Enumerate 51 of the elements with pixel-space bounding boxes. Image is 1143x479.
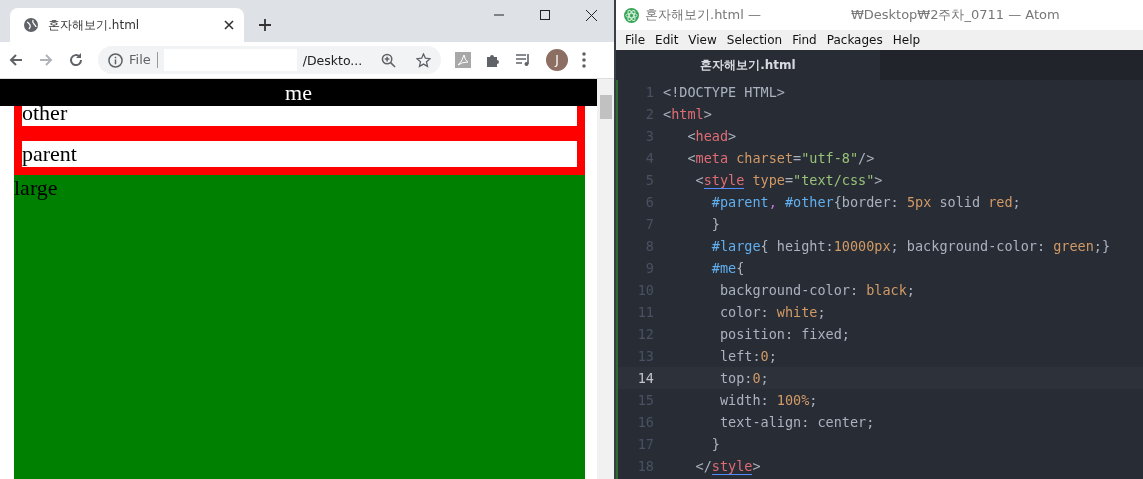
- atom-logo-icon: [624, 7, 639, 23]
- menu-item[interactable]: View: [683, 33, 722, 47]
- menu-icon[interactable]: [582, 52, 586, 68]
- address-bar[interactable]: File /Deskto...: [98, 46, 441, 74]
- code-line: <html>: [663, 106, 712, 122]
- menu-item[interactable]: Edit: [650, 33, 684, 47]
- new-tab-icon[interactable]: [258, 18, 272, 32]
- code-line: background-color: black;: [718, 282, 915, 298]
- code-line: position: fixed;: [718, 326, 850, 342]
- zoom-icon[interactable]: [381, 52, 396, 68]
- line-number: 14: [636, 370, 655, 386]
- address-path: /Deskto...: [302, 52, 364, 68]
- menu-item[interactable]: Help: [887, 33, 926, 47]
- window-path: ₩Desktop₩2주차_0711 — Atom: [850, 6, 1060, 24]
- large-block: large: [14, 175, 585, 479]
- code-line: #me{: [710, 260, 745, 276]
- puzzle-icon[interactable]: [485, 52, 501, 68]
- code-line: <style type="text/css">: [694, 172, 883, 188]
- scheme-label: File: [129, 52, 158, 68]
- back-icon[interactable]: [8, 52, 24, 68]
- star-icon[interactable]: [416, 52, 431, 68]
- menu-item[interactable]: Find: [787, 33, 822, 47]
- playlist-icon[interactable]: [515, 52, 532, 68]
- code-line: </style>: [694, 458, 761, 474]
- browser-tab[interactable]: 혼자해보기.html: [10, 8, 244, 42]
- code-line: }: [710, 436, 720, 452]
- profile-avatar[interactable]: J: [546, 49, 568, 71]
- menu-item[interactable]: Selection: [721, 33, 788, 47]
- code-line: }: [710, 216, 720, 232]
- menu-item[interactable]: Packages: [821, 33, 888, 47]
- code-line: color: white;: [718, 304, 826, 320]
- tab-title: 혼자해보기.html: [48, 16, 141, 34]
- code-line: text-align: center;: [718, 414, 875, 430]
- fixed-header-bar: me: [0, 79, 597, 106]
- code-line: width: 100%;: [718, 392, 818, 408]
- window-title: 혼자해보기.html —: [645, 6, 761, 24]
- box-text: parent: [22, 141, 577, 167]
- editor-tab[interactable]: 혼자해보기.html: [616, 50, 880, 80]
- code-line: <meta charset="utf-8"/>: [686, 150, 875, 166]
- scrollbar[interactable]: [597, 79, 614, 479]
- code-line: #parent, #other{border: 5px solid red;: [710, 194, 1021, 210]
- code-line: left:0;: [718, 348, 777, 364]
- code-line: <!DOCTYPE HTML>: [663, 84, 785, 100]
- code-line: top:0;: [718, 370, 769, 386]
- code-line: <head>: [686, 128, 737, 144]
- code-line: #large{ height:10000px; background-color: green;}: [710, 238, 1111, 254]
- menu-item[interactable]: File: [620, 33, 651, 47]
- close-tab-icon[interactable]: [224, 20, 234, 30]
- reload-icon[interactable]: [68, 52, 84, 68]
- info-icon[interactable]: [108, 52, 123, 68]
- globe-icon: [24, 18, 38, 32]
